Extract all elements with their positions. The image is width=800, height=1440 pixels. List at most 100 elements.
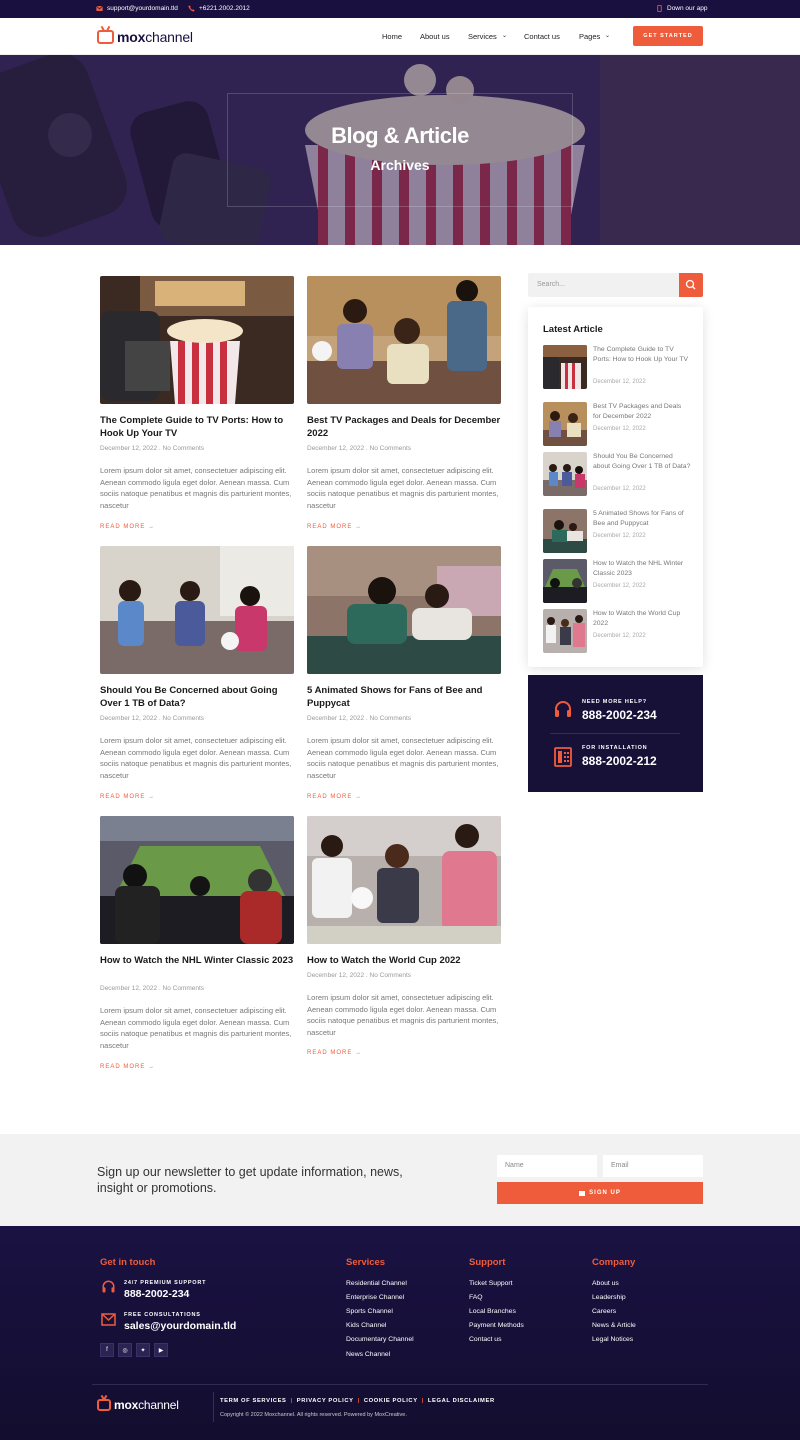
support-heading: Support [469, 1257, 506, 1268]
instagram-icon[interactable]: ◎ [118, 1343, 132, 1357]
footer-logo[interactable]: moxchannel [97, 1398, 179, 1412]
search-box: Search... [528, 273, 703, 297]
topbar-phone-text: +6221.2002.2012 [199, 5, 250, 12]
footer-logo-text: moxchannel [114, 1398, 179, 1412]
cookie-link[interactable]: COOKIE POLICY [364, 1398, 418, 1404]
hero-banner: Blog & Article Archives [0, 55, 800, 245]
topbar-email-text: support@yourdomain.tld [107, 5, 178, 12]
footer-link[interactable]: Local Branches [469, 1308, 516, 1315]
latest-article-thumbnail[interactable] [543, 345, 587, 389]
post-title[interactable]: The Complete Guide to TV Ports: How to H… [100, 414, 294, 440]
latest-article-title[interactable]: The Complete Guide to TV Ports: How to H… [593, 345, 691, 365]
post-title[interactable]: How to Watch the NHL Winter Classic 2023 [100, 954, 293, 967]
footer-link[interactable]: Ticket Support [469, 1280, 513, 1287]
post-thumbnail[interactable] [100, 276, 294, 404]
mail-icon [579, 1190, 586, 1196]
footer-link[interactable]: FAQ [469, 1294, 483, 1301]
latest-article-date: December 12, 2022 [593, 633, 646, 639]
post-thumbnail[interactable] [100, 546, 294, 674]
post-thumbnail[interactable] [307, 276, 501, 404]
facebook-icon[interactable]: f [100, 1343, 114, 1357]
post-thumbnail[interactable] [100, 816, 294, 944]
separator: | [290, 1398, 293, 1404]
post-meta: December 12, 2022 . No Comments [307, 972, 412, 979]
footer-link[interactable]: Careers [592, 1308, 616, 1315]
read-more-link[interactable]: READ MORE → [307, 524, 362, 530]
read-more-link[interactable]: READ MORE → [307, 794, 362, 800]
hero-frame [227, 93, 573, 207]
latest-article-title[interactable]: Should You Be Concerned about Going Over… [593, 452, 691, 472]
latest-article-title[interactable]: How to Watch the World Cup 2022 [593, 609, 691, 629]
privacy-link[interactable]: PRIVACY POLICY [297, 1398, 354, 1404]
post-card: 5 Animated Shows for Fans of Bee and Pup… [307, 546, 501, 800]
topbar-app-text: Down our app [667, 5, 708, 12]
nav-about[interactable]: About us [420, 32, 450, 41]
read-more-link[interactable]: READ MORE → [307, 1050, 362, 1056]
footer-link[interactable]: Documentary Channel [346, 1336, 414, 1343]
support-label: 24/7 PREMIUM SUPPORT [124, 1280, 207, 1286]
post-title[interactable]: How to Watch the World Cup 2022 [307, 954, 461, 967]
footer-link[interactable]: Legal Notices [592, 1336, 633, 1343]
legal-links: TERM OF SERVICES | PRIVACY POLICY | COOK… [220, 1398, 495, 1404]
footer-link[interactable]: News & Article [592, 1322, 636, 1329]
youtube-icon[interactable]: ▶ [154, 1343, 168, 1357]
topbar-phone[interactable]: +6221.2002.2012 [188, 5, 250, 12]
latest-article-thumbnail[interactable] [543, 402, 587, 446]
support-number[interactable]: 888-2002-234 [124, 1288, 189, 1300]
post-thumbnail[interactable] [307, 816, 501, 944]
read-more-link[interactable]: READ MORE → [100, 524, 155, 530]
copyright-text: Copyright © 2022 Moxchannel. All rights … [220, 1412, 407, 1418]
footer-link[interactable]: Contact us [469, 1336, 502, 1343]
latest-article-thumbnail[interactable] [543, 609, 587, 653]
footer-link[interactable]: News Channel [346, 1351, 390, 1358]
search-button[interactable] [679, 273, 703, 297]
topbar-app-link[interactable]: Down our app [656, 5, 707, 12]
topbar-email[interactable]: support@yourdomain.tld [96, 5, 178, 12]
sign-up-button[interactable]: SIGN UP [497, 1182, 703, 1204]
post-title[interactable]: 5 Animated Shows for Fans of Bee and Pup… [307, 684, 501, 710]
latest-article-title[interactable]: How to Watch the NHL Winter Classic 2023 [593, 559, 691, 579]
latest-article-thumbnail[interactable] [543, 509, 587, 553]
latest-articles-widget: Latest Article The Complete Guide to TV … [528, 307, 703, 667]
mobile-icon [657, 5, 662, 12]
nav-contact[interactable]: Contact us [524, 32, 560, 41]
search-input[interactable]: Search... [537, 281, 565, 288]
headphones-icon [555, 701, 571, 717]
help-phone-number[interactable]: 888-2002-234 [582, 708, 657, 722]
footer-link[interactable]: Sports Channel [346, 1308, 393, 1315]
nav-services[interactable]: Services [468, 32, 497, 41]
post-excerpt: Lorem ipsum dolor sit amet, consectetuer… [307, 466, 499, 510]
footer-link[interactable]: Enterprise Channel [346, 1294, 404, 1301]
read-more-link[interactable]: READ MORE → [100, 794, 155, 800]
nav-home[interactable]: Home [382, 32, 402, 41]
post-card: How to Watch the World Cup 2022 December… [307, 816, 501, 1056]
site-logo[interactable]: moxchannel [97, 29, 193, 45]
newsletter-email-field[interactable]: Email [603, 1155, 703, 1177]
phone-icon [188, 5, 195, 12]
latest-article-title[interactable]: Best TV Packages and Deals for December … [593, 402, 691, 422]
terms-link[interactable]: TERM OF SERVICES [220, 1398, 287, 1404]
envelope-icon [101, 1313, 116, 1326]
install-phone-number[interactable]: 888-2002-212 [582, 754, 657, 768]
latest-article-thumbnail[interactable] [543, 559, 587, 603]
nav-pages[interactable]: Pages [579, 32, 600, 41]
latest-article-thumbnail[interactable] [543, 452, 587, 496]
footer-link[interactable]: Payment Methods [469, 1322, 524, 1329]
post-card: The Complete Guide to TV Ports: How to H… [100, 276, 294, 530]
footer-link[interactable]: About us [592, 1280, 619, 1287]
get-started-button[interactable]: GET STARTED [633, 26, 703, 46]
footer-link[interactable]: Leadership [592, 1294, 626, 1301]
post-title[interactable]: Best TV Packages and Deals for December … [307, 414, 501, 440]
separator: | [421, 1398, 424, 1404]
latest-article-title[interactable]: 5 Animated Shows for Fans of Bee and Pup… [593, 509, 691, 529]
disclaimer-link[interactable]: LEGAL DISCLAIMER [428, 1398, 495, 1404]
newsletter-name-field[interactable]: Name [497, 1155, 597, 1177]
footer-vertical-divider [213, 1392, 214, 1422]
post-thumbnail[interactable] [307, 546, 501, 674]
footer-link[interactable]: Kids Channel [346, 1322, 386, 1329]
consult-email[interactable]: sales@yourdomain.tld [124, 1320, 236, 1332]
read-more-link[interactable]: READ MORE → [100, 1064, 155, 1070]
footer-link[interactable]: Residential Channel [346, 1280, 407, 1287]
twitter-icon[interactable]: ✦ [136, 1343, 150, 1357]
post-title[interactable]: Should You Be Concerned about Going Over… [100, 684, 294, 710]
